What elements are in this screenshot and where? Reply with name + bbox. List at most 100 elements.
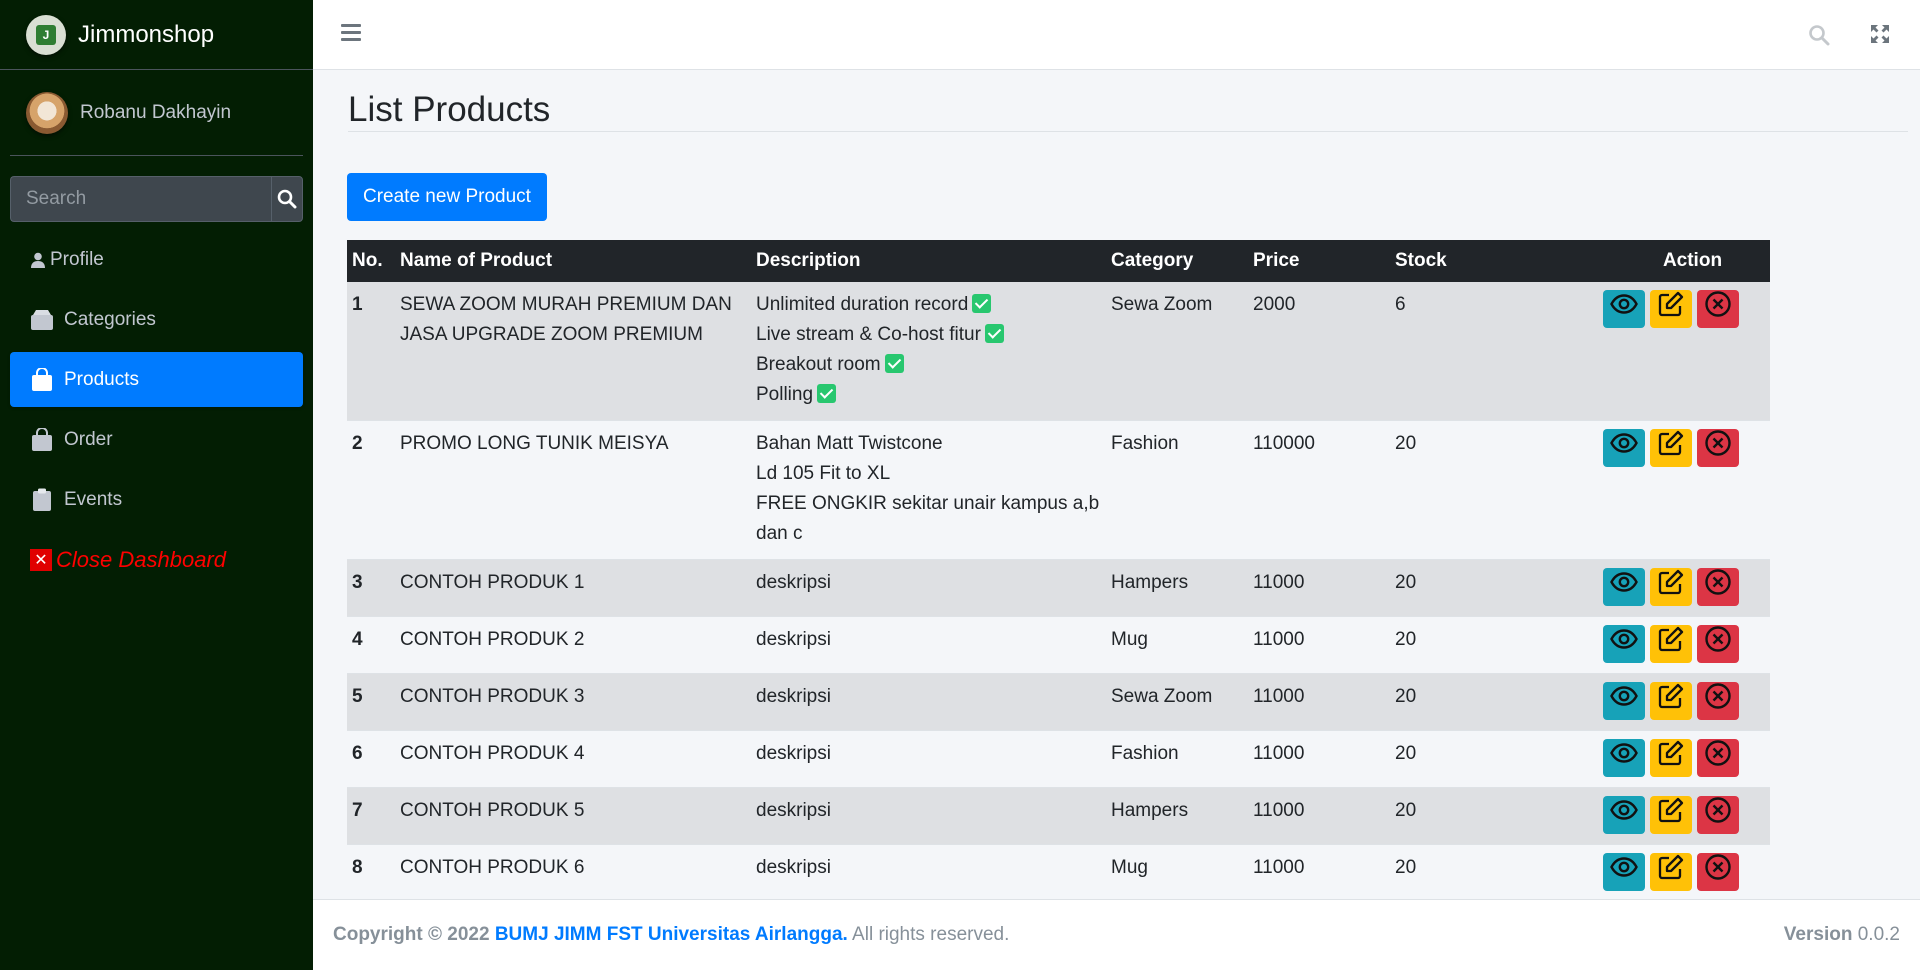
delete-button[interactable] bbox=[1697, 796, 1739, 834]
menu-toggle-icon[interactable] bbox=[341, 24, 361, 44]
delete-x-circle-icon bbox=[1704, 682, 1732, 720]
delete-x-circle-icon bbox=[1704, 796, 1732, 834]
cell-category: Fashion bbox=[1111, 743, 1179, 764]
edit-icon bbox=[1658, 291, 1684, 327]
view-button[interactable] bbox=[1603, 429, 1645, 467]
description-line: deskripsi bbox=[756, 743, 831, 764]
shopping-bag-icon bbox=[30, 427, 54, 452]
navbar-search-icon[interactable] bbox=[1808, 24, 1830, 51]
check-icon bbox=[972, 294, 992, 313]
footer-org-link[interactable]: BUMJ JIMM FST Universitas Airlangga. bbox=[495, 924, 848, 945]
cell-product-name: CONTOH PRODUK 5 bbox=[400, 800, 585, 821]
edit-button[interactable] bbox=[1650, 796, 1692, 834]
sidebar-item-label: Close Dashboard bbox=[56, 546, 226, 572]
cell-product-name: CONTOH PRODUK 6 bbox=[400, 857, 585, 878]
edit-button[interactable] bbox=[1650, 682, 1692, 720]
brand-link[interactable]: J Jimmonshop bbox=[0, 0, 313, 70]
description-line: Breakout room bbox=[756, 350, 1101, 380]
description-line: Live stream & Co-host fitur bbox=[756, 320, 1101, 350]
edit-button[interactable] bbox=[1650, 290, 1692, 328]
column-header-description: Description bbox=[756, 250, 861, 271]
delete-x-circle-icon bbox=[1704, 290, 1732, 328]
description-line: Ld 105 Fit to XL bbox=[756, 463, 891, 484]
edit-icon bbox=[1658, 626, 1684, 662]
edit-button[interactable] bbox=[1650, 739, 1692, 777]
fullscreen-expand-icon[interactable] bbox=[1870, 24, 1890, 49]
cell-description: deskripsi bbox=[751, 560, 1106, 617]
footer-copyright: Copyright © 2022 BUMJ JIMM FST Universit… bbox=[333, 924, 1009, 946]
cell-description: Bahan Matt Twistcone Ld 105 Fit to XL FREE… bbox=[751, 421, 1106, 560]
delete-button[interactable] bbox=[1697, 625, 1739, 663]
copyright-text: Copyright © 2022 bbox=[333, 924, 490, 945]
table-row: 8 CONTOH PRODUK 6 deskripsi Mug 11000 20 bbox=[347, 844, 1770, 902]
sidebar-item-order[interactable]: Order bbox=[10, 412, 303, 467]
delete-x-circle-icon bbox=[1704, 739, 1732, 777]
eye-icon bbox=[1610, 433, 1638, 463]
cell-category: Hampers bbox=[1111, 800, 1189, 821]
check-icon bbox=[817, 384, 837, 403]
cell-price: 11000 bbox=[1253, 629, 1305, 650]
cell-actions bbox=[1530, 674, 1770, 731]
sidebar-item-events[interactable]: Events bbox=[10, 472, 303, 527]
description-line: deskripsi bbox=[756, 800, 831, 821]
cell-stock: 6 bbox=[1395, 294, 1406, 315]
delete-button[interactable] bbox=[1697, 682, 1739, 720]
cell-description: deskripsi bbox=[751, 788, 1106, 845]
edit-button[interactable] bbox=[1650, 853, 1692, 891]
sidebar-item-close-dashboard[interactable]: ✕ Close Dashboard bbox=[10, 532, 303, 587]
page-title: List Products bbox=[348, 90, 551, 129]
create-product-button[interactable]: Create new Product bbox=[347, 173, 547, 221]
edit-icon bbox=[1658, 683, 1684, 719]
sidebar-search bbox=[10, 176, 303, 222]
sidebar-item-profile[interactable]: Profile bbox=[10, 232, 303, 287]
sidebar-search-button[interactable] bbox=[271, 176, 303, 222]
cell-actions bbox=[1530, 788, 1770, 845]
eye-icon bbox=[1610, 743, 1638, 773]
sidebar-item-products[interactable]: Products bbox=[10, 352, 303, 407]
user-panel[interactable]: Robanu Dakhayin bbox=[10, 70, 303, 156]
sidebar-item-label: Events bbox=[64, 488, 123, 510]
delete-x-circle-icon bbox=[1704, 625, 1732, 663]
cell-description: deskripsi bbox=[751, 731, 1106, 788]
delete-button[interactable] bbox=[1697, 853, 1739, 891]
sidebar-search-input[interactable] bbox=[10, 176, 271, 222]
eye-icon bbox=[1610, 572, 1638, 602]
view-button[interactable] bbox=[1603, 682, 1645, 720]
delete-button[interactable] bbox=[1697, 429, 1739, 467]
edit-button[interactable] bbox=[1650, 625, 1692, 663]
brand-logo: J bbox=[26, 14, 66, 55]
cell-no: 5 bbox=[352, 686, 363, 707]
view-button[interactable] bbox=[1603, 796, 1645, 834]
view-button[interactable] bbox=[1603, 290, 1645, 328]
description-line: deskripsi bbox=[756, 629, 831, 650]
delete-button[interactable] bbox=[1697, 290, 1739, 328]
view-button[interactable] bbox=[1603, 739, 1645, 777]
sidebar-item-categories[interactable]: Categories bbox=[10, 292, 303, 347]
delete-x-circle-icon bbox=[1704, 568, 1732, 606]
table-row: 1 SEWA ZOOM MURAH PREMIUM DAN JASA UPGRA… bbox=[347, 282, 1770, 421]
cell-product-name: CONTOH PRODUK 2 bbox=[400, 629, 585, 650]
footer: Copyright © 2022 BUMJ JIMM FST Universit… bbox=[313, 899, 1920, 970]
cell-product-name: CONTOH PRODUK 3 bbox=[400, 686, 585, 707]
cell-category: Sewa Zoom bbox=[1111, 686, 1213, 707]
delete-button[interactable] bbox=[1697, 568, 1739, 606]
user-name[interactable]: Robanu Dakhayin bbox=[80, 102, 231, 124]
divider bbox=[348, 131, 1908, 132]
cell-product-name: PROMO LONG TUNIK MEISYA bbox=[400, 433, 669, 454]
column-header-no: No. bbox=[352, 250, 383, 271]
delete-button[interactable] bbox=[1697, 739, 1739, 777]
footer-version: Version 0.0.2 bbox=[1784, 924, 1900, 946]
view-button[interactable] bbox=[1603, 625, 1645, 663]
eye-icon bbox=[1610, 294, 1638, 324]
view-button[interactable] bbox=[1603, 568, 1645, 606]
edit-button[interactable] bbox=[1650, 429, 1692, 467]
edit-icon bbox=[1658, 740, 1684, 776]
edit-button[interactable] bbox=[1650, 568, 1692, 606]
user-icon bbox=[30, 248, 46, 272]
edit-icon bbox=[1658, 797, 1684, 833]
table-row: 6 CONTOH PRODUK 4 deskripsi Fashion 1100… bbox=[347, 730, 1770, 788]
cell-category: Hampers bbox=[1111, 572, 1189, 593]
cell-no: 4 bbox=[352, 629, 363, 650]
top-navbar bbox=[313, 0, 1920, 70]
view-button[interactable] bbox=[1603, 853, 1645, 891]
